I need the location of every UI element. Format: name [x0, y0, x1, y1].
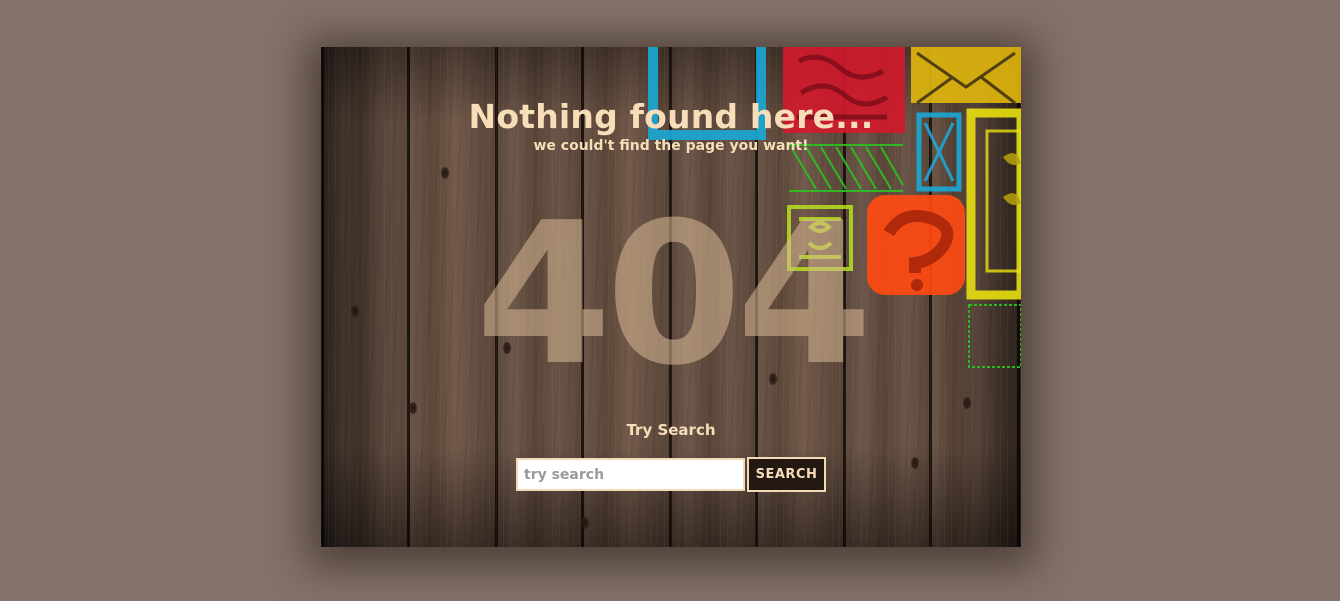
wood-knot [409, 402, 417, 414]
search-input[interactable] [516, 458, 745, 491]
wood-knot [441, 167, 449, 179]
error-panel: Nothing found here... we could't find th… [321, 47, 1021, 547]
search-label: Try Search [626, 421, 716, 439]
page-title: Nothing found here... [468, 97, 874, 136]
wood-knot [963, 397, 971, 409]
wood-knot [911, 457, 919, 469]
page-subtitle: we could't find the page you want! [533, 138, 809, 154]
search-button[interactable]: SEARCH [747, 457, 826, 492]
wood-knot [581, 517, 589, 529]
error-code: 404 [475, 181, 872, 409]
